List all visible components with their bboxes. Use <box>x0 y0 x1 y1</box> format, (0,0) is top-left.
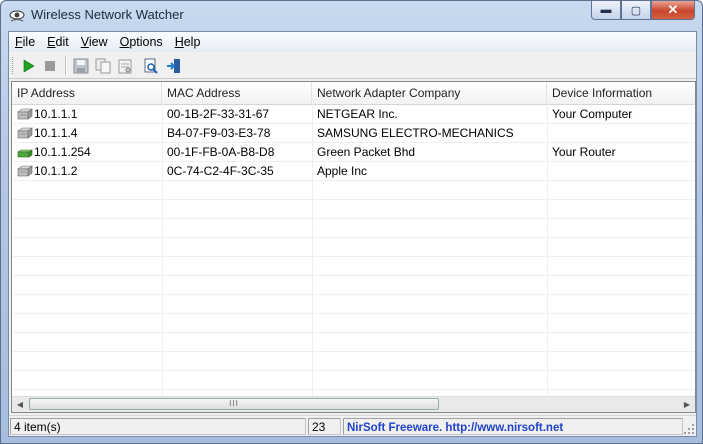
device-list[interactable]: IP Address MAC Address Network Adapter C… <box>11 81 696 413</box>
play-icon[interactable] <box>18 56 38 76</box>
ip-address: 10.1.1.254 <box>34 145 91 159</box>
toolbar-grip[interactable] <box>12 57 16 74</box>
status-number: 23 <box>308 418 341 435</box>
horizontal-scrollbar[interactable]: ◀ III ▶ <box>12 396 695 412</box>
window-title: Wireless Network Watcher <box>31 7 184 22</box>
app-window: Wireless Network Watcher ▬ ▢ ✕ File Edit… <box>0 0 703 444</box>
adapter-company: Green Packet Bhd <box>317 145 416 159</box>
computer-icon <box>17 127 33 139</box>
computer-icon <box>17 108 33 120</box>
exit-icon[interactable] <box>164 56 184 76</box>
table-body: 10.1.1.1 00-1B-2F-33-31-67 NETGEAR Inc. … <box>12 105 695 397</box>
adapter-company: SAMSUNG ELECTRO-MECHANICS <box>317 126 514 140</box>
computer-icon <box>17 165 33 177</box>
adapter-company: NETGEAR Inc. <box>317 107 398 121</box>
eye-icon <box>9 10 25 22</box>
mac-address: 0C-74-C2-4F-3C-35 <box>167 164 274 178</box>
device-information: Your Computer <box>552 107 633 121</box>
maximize-button[interactable]: ▢ <box>621 1 651 20</box>
table-row[interactable]: 10.1.1.1 00-1B-2F-33-31-67 NETGEAR Inc. … <box>12 105 695 124</box>
find-icon[interactable] <box>141 56 161 76</box>
router-icon <box>17 149 33 158</box>
toolbar <box>9 53 696 79</box>
scroll-thumb[interactable]: III <box>29 398 439 410</box>
device-information <box>547 124 695 143</box>
scroll-right-icon[interactable]: ▶ <box>679 397 695 412</box>
table-row[interactable]: 10.1.1.2 0C-74-C2-4F-3C-35 Apple Inc <box>12 162 695 181</box>
properties-icon[interactable] <box>115 56 135 76</box>
adapter-company: Apple Inc <box>317 164 368 178</box>
mac-address: B4-07-F9-03-E3-78 <box>167 126 271 140</box>
table-row[interactable]: 10.1.1.4 B4-07-F9-03-E3-78 SAMSUNG ELECT… <box>12 124 695 143</box>
save-icon[interactable] <box>71 56 91 76</box>
mac-address: 00-1B-2F-33-31-67 <box>167 107 270 121</box>
menu-options[interactable]: Options <box>114 35 169 49</box>
copy-icon[interactable] <box>93 56 113 76</box>
device-information <box>547 162 695 181</box>
client-area: File Edit View Options Help IP Address M… <box>8 31 697 437</box>
column-mac-address[interactable]: MAC Address <box>162 82 312 104</box>
column-header: IP Address MAC Address Network Adapter C… <box>12 82 695 105</box>
nirsoft-link[interactable]: NirSoft Freeware. http://www.nirsoft.net <box>347 422 563 434</box>
menu-file[interactable]: File <box>9 35 41 49</box>
table-row[interactable]: 10.1.1.254 00-1F-FB-0A-B8-D8 Green Packe… <box>12 143 695 162</box>
column-adapter-company[interactable]: Network Adapter Company <box>312 82 547 104</box>
scroll-left-icon[interactable]: ◀ <box>12 397 28 412</box>
menu-help[interactable]: Help <box>169 35 207 49</box>
column-ip-address[interactable]: IP Address <box>12 82 162 104</box>
menu-view[interactable]: View <box>75 35 114 49</box>
close-button[interactable]: ✕ <box>651 1 695 20</box>
mac-address: 00-1F-FB-0A-B8-D8 <box>167 145 275 159</box>
status-item-count: 4 item(s) <box>10 418 306 435</box>
ip-address: 10.1.1.4 <box>34 126 78 140</box>
title-bar[interactable]: Wireless Network Watcher ▬ ▢ ✕ <box>1 1 702 31</box>
column-device-information[interactable]: Device Information <box>547 82 695 104</box>
status-bar: 4 item(s) 23 NirSoft Freeware. http://ww… <box>9 415 696 436</box>
ip-address: 10.1.1.2 <box>34 164 78 178</box>
minimize-button[interactable]: ▬ <box>591 1 621 20</box>
menu-edit[interactable]: Edit <box>41 35 75 49</box>
ip-address: 10.1.1.1 <box>34 107 78 121</box>
resize-grip-icon[interactable] <box>683 423 695 435</box>
toolbar-separator <box>65 56 67 75</box>
stop-icon[interactable] <box>40 56 60 76</box>
device-information: Your Router <box>552 145 616 159</box>
menu-bar: File Edit View Options Help <box>9 32 696 52</box>
